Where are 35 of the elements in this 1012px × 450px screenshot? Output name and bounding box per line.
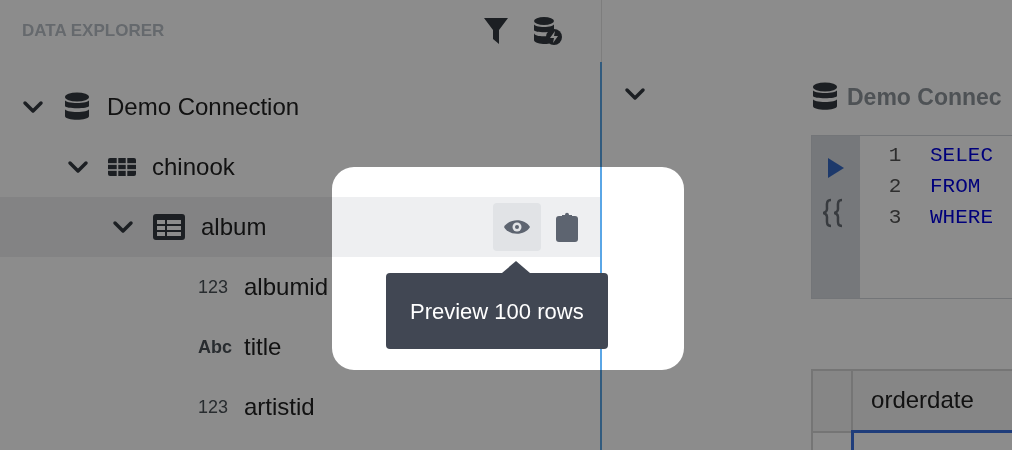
database-icon <box>63 92 91 122</box>
grid-icon <box>108 156 136 178</box>
database-lightning-icon[interactable] <box>533 15 563 47</box>
eye-icon <box>503 217 531 237</box>
run-icon[interactable] <box>828 157 844 178</box>
code-editor[interactable]: 1 SELEC 2 FROM 3 WHERE <box>811 134 1012 299</box>
line-number: 3 <box>887 204 903 231</box>
tooltip-pointer <box>502 261 530 273</box>
tooltip: Preview 100 rows <box>386 273 608 349</box>
code-line: SELEC <box>930 142 993 169</box>
tree-label: Demo Connection <box>107 92 300 122</box>
code-line: FROM <box>930 173 981 200</box>
clipboard-icon <box>556 212 578 242</box>
column-name: artistid <box>244 392 315 422</box>
table-icon <box>153 214 185 240</box>
tree-item[interactable]: chinook <box>0 137 600 197</box>
column-header[interactable]: orderdate <box>852 369 1012 432</box>
line-number: 2 <box>887 173 903 200</box>
column-name: title <box>244 332 282 362</box>
preview-button[interactable] <box>493 203 541 251</box>
line-number: 1 <box>887 142 903 169</box>
column-name: albumid <box>244 272 329 302</box>
copy-button[interactable] <box>556 212 578 242</box>
database-icon <box>811 82 839 113</box>
code-line: WHERE <box>930 204 993 231</box>
tree-item[interactable]: 123 artistid <box>0 377 600 437</box>
type-label: 123 <box>198 395 230 419</box>
type-label: Abc <box>198 335 233 359</box>
filter-icon[interactable] <box>483 17 509 45</box>
tree-label: album <box>201 212 267 242</box>
type-label: 123 <box>198 275 230 299</box>
tree-label: chinook <box>152 152 235 182</box>
tree-item[interactable]: album <box>0 197 600 257</box>
tree-item[interactable]: Demo Connection <box>0 77 600 137</box>
editor-title: Demo Connec <box>847 83 1002 112</box>
